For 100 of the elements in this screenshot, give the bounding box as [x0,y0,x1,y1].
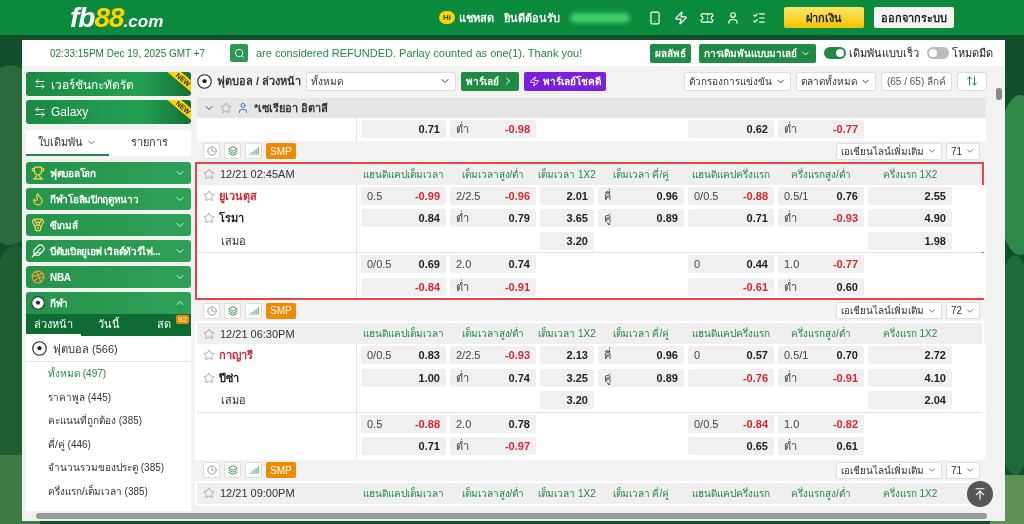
competition-filter-dropdown[interactable]: ตัวกรองการแข่งขัน [683,71,791,91]
odds-cell[interactable]: 4.10 [868,368,952,387]
odds-cell[interactable]: 0.65 [688,437,774,456]
odds-cell[interactable]: 0.5 -0.88 [361,414,446,433]
results-button[interactable]: ผลลัพธ์ [650,43,691,63]
sport-list-heading[interactable]: ฟุตบอล (566) [26,336,191,362]
odds-cell[interactable]: 2/2.5 -0.93 [450,346,536,365]
period-tab[interactable]: วันนี้ [81,314,136,336]
ticket-icon[interactable] [700,10,714,25]
odds-cell[interactable]: -0.84 [361,277,446,296]
odds-cell[interactable]: 3.20 [540,231,594,250]
market-list-item[interactable]: ครึ่งแรก/เต็มเวลา (385) [26,479,191,503]
odds-cell[interactable]: 0.62 [688,120,774,139]
odds-cell[interactable]: 3.25 [540,368,594,387]
sport-category[interactable]: NBA [26,266,191,288]
market-count-dropdown[interactable]: 71 [945,461,980,479]
market-list-item[interactable]: จำนวนรวมของประตู (385) [26,456,191,480]
clock-button[interactable] [203,462,220,478]
odds-cell[interactable]: 0/0.5 -0.88 [688,186,774,205]
odds-type-dropdown[interactable]: การเดิมพันแบบมาเลย์ [699,43,816,63]
layers-button[interactable] [224,462,241,478]
layers-button[interactable] [224,302,241,319]
odds-cell[interactable]: ต่ำ 0.61 [778,437,864,456]
odds-cell[interactable]: ต่ำ -0.91 [778,368,864,387]
odds-cell[interactable]: 1.00 [361,368,446,387]
odds-cell[interactable]: ต่ำ 0.79 [450,209,536,228]
odds-cell[interactable]: 0.5/1 0.76 [778,186,864,205]
odds-cell[interactable]: 2/2.5 -0.96 [450,186,536,205]
odds-cell[interactable]: 0 0.44 [688,255,774,274]
user-icon[interactable] [726,10,740,25]
odds-cell[interactable]: 2.04 [868,391,952,410]
market-count-dropdown[interactable]: 71 [945,142,980,160]
period-tab[interactable]: สด 92 [136,314,191,336]
odds-cell[interactable]: -0.76 [688,368,774,387]
more-lines-dropdown[interactable]: เอเชียนไลน์เพิ่มเติม [835,461,942,479]
layers-button[interactable] [224,143,241,159]
market-list-item[interactable]: คี่/คู่ (446) [26,432,191,456]
odds-cell[interactable]: ต่ำ -0.93 [778,209,864,228]
odds-cell[interactable]: ต่ำ -0.98 [450,120,536,139]
sidebar-tab[interactable]: รายการ [108,130,191,156]
star-icon[interactable] [203,487,215,499]
market-list-item[interactable]: ทั้งหมด (497) [26,362,191,386]
toggle-switch[interactable] [927,47,949,59]
market-list-item[interactable]: คะแนนที่ถูกต้อง (385) [26,409,191,433]
clock-button[interactable] [203,143,220,159]
league-header[interactable]: *เซเรียอา อิตาลี [197,98,986,118]
star-icon[interactable] [203,189,215,202]
odds-cell[interactable]: คู่ 0.89 [598,209,684,228]
more-lines-dropdown[interactable]: เอเชียนไลน์เพิ่มเติม [835,142,942,160]
odds-cell[interactable]: 0.5 -0.99 [361,186,446,205]
market-list-item[interactable]: ราคาพูล (445) [26,385,191,409]
odds-cell[interactable]: -0.61 [688,277,774,296]
sport-category[interactable]: กีฬาโอลิมปิกฤดูหนาว [26,188,191,210]
odds-cell[interactable]: 0.71 [361,437,446,456]
scroll-to-top-button[interactable] [967,481,993,507]
sport-category[interactable]: กีฬา [26,292,191,314]
live-chat-link[interactable]: Hi แชทสด [439,8,494,27]
odds-cell[interactable]: 2.13 [540,346,594,365]
odds-cell[interactable]: 1.0 -0.77 [778,255,864,274]
odds-cell[interactable]: 1.0 -0.82 [778,414,864,433]
odds-cell[interactable]: 2.0 0.78 [450,414,536,433]
market-dropdown[interactable]: ตลาดทั้งหมด [795,71,876,91]
parlay-button[interactable]: พาร์เลย์ [461,71,520,91]
star-icon[interactable] [203,327,215,340]
star-icon[interactable] [203,212,215,225]
odds-cell[interactable]: 0 0.57 [688,346,774,365]
checklist-icon[interactable] [752,10,766,25]
star-icon[interactable] [203,349,215,362]
toggle-switch[interactable] [824,47,846,59]
odds-cell[interactable]: ต่ำ 0.74 [450,368,536,387]
odds-cell[interactable]: 0.71 [361,120,446,139]
stats-button[interactable] [245,462,262,478]
logout-button[interactable]: ออกจากระบบ [874,7,954,28]
logo[interactable]: fb88.com [70,1,164,34]
odds-cell[interactable]: 0/0.5 -0.84 [688,414,774,433]
odds-cell[interactable]: ต่ำ -0.97 [450,437,536,456]
odds-cell[interactable]: ต่ำ -0.91 [450,277,536,296]
odds-cell[interactable]: 2.55 [868,186,952,205]
odds-cell[interactable]: 4.90 [868,209,952,228]
odds-cell[interactable]: 0.71 [688,209,774,228]
sport-category[interactable]: ซีเกมส์ [26,214,191,236]
odds-cell[interactable]: 0.5/1 0.70 [778,346,864,365]
odds-cell[interactable]: 2.01 [540,186,594,205]
odds-cell[interactable]: 3.65 [540,209,594,228]
odds-cell[interactable]: ต่ำ -0.77 [778,120,864,139]
odds-cell[interactable]: คี่ 0.96 [598,346,684,365]
odds-cell[interactable]: 2.72 [868,346,952,365]
star-icon[interactable] [220,102,232,114]
odds-cell[interactable]: 0.84 [361,209,446,228]
odds-cell[interactable]: 0/0.5 0.83 [361,346,446,365]
odds-cell[interactable]: 3.20 [540,391,594,410]
odds-cell[interactable]: คู่ 0.89 [598,368,684,387]
search-button[interactable] [230,44,248,62]
odds-cell[interactable]: 2.0 0.74 [450,255,536,274]
lucky-parlay-button[interactable]: พาร์เลย์โชคดี [524,71,607,91]
star-icon[interactable] [203,371,215,384]
sport-category[interactable]: บีดับเบิลยูเอฟ เวิลด์ทัวร์ไฟ... [26,240,191,262]
odds-cell[interactable]: 0/0.5 0.69 [361,255,446,274]
star-icon[interactable] [203,168,215,180]
odds-cell[interactable]: ต่ำ 0.60 [778,277,864,296]
